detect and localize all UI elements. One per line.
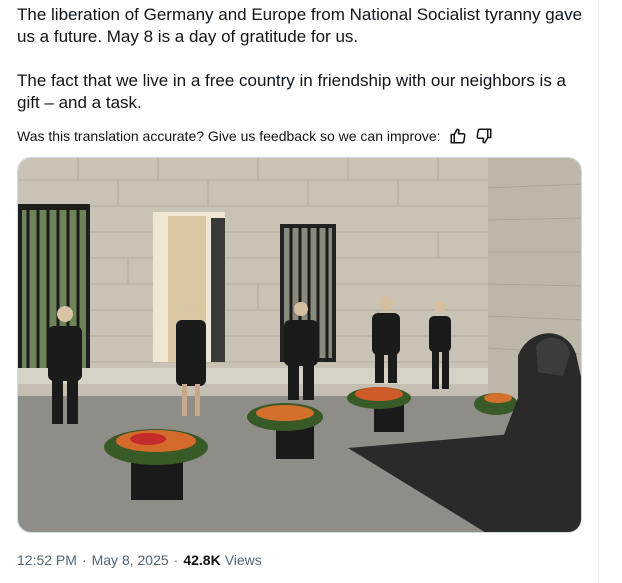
tweet-text: The liberation of Germany and Europe fro… (17, 4, 587, 114)
tweet-photo[interactable] (17, 157, 582, 533)
views-count: 42.8K (183, 552, 221, 568)
meta-separator: · (173, 552, 179, 568)
views[interactable]: 42.8K Views (183, 552, 261, 568)
tweet-date: May 8, 2025 (91, 552, 169, 568)
timeline-column-border (598, 0, 599, 583)
translation-feedback-prompt: Was this translation accurate? Give us f… (17, 128, 441, 144)
tweet-paragraph-2: The fact that we live in a free country … (17, 71, 567, 112)
meta-separator: · (81, 552, 87, 568)
tweet-time: 12:52 PM (17, 552, 77, 568)
tweet-meta: 12:52 PM · May 8, 2025 · 42.8K Views (17, 552, 262, 568)
memorial-scene-image (18, 158, 581, 532)
tweet-timestamp[interactable]: 12:52 PM · May 8, 2025 (17, 552, 169, 568)
translation-feedback: Was this translation accurate? Give us f… (17, 126, 493, 146)
tweet-paragraph-1: The liberation of Germany and Europe fro… (17, 5, 583, 46)
thumbs-down-icon[interactable] (475, 127, 493, 145)
views-label: Views (224, 552, 262, 568)
thumbs-up-icon[interactable] (449, 127, 467, 145)
